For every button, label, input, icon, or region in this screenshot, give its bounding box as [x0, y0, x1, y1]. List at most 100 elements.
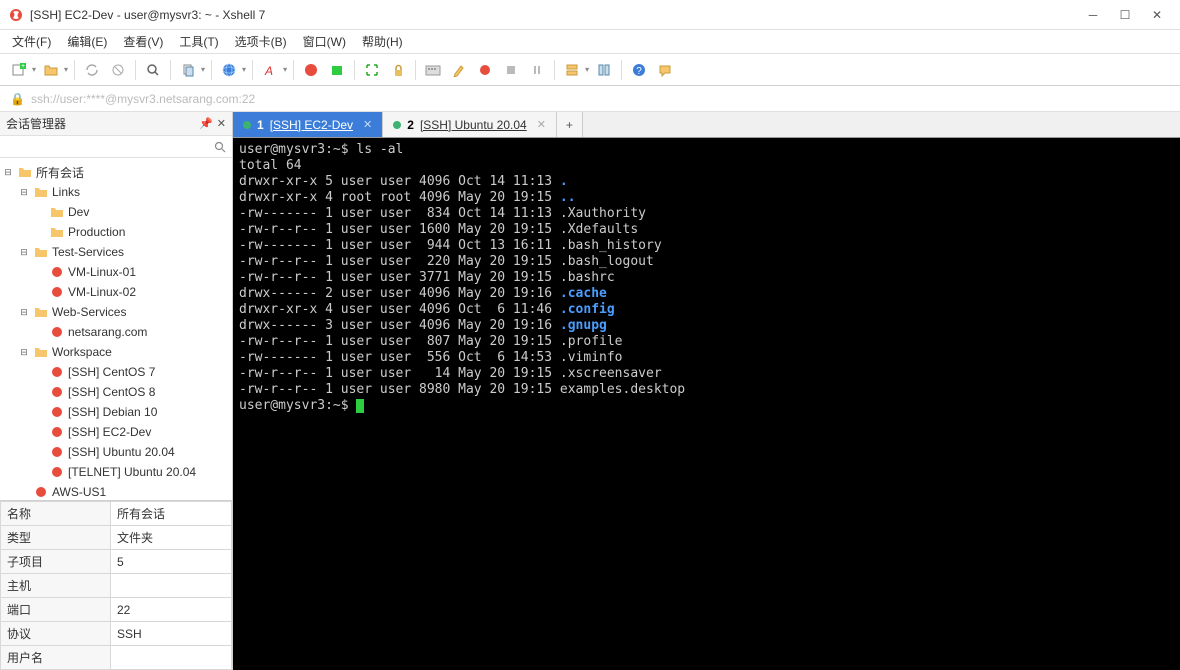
search-button[interactable] — [142, 59, 164, 81]
prop-user-label: 用户名 — [1, 646, 111, 670]
session-icon — [49, 404, 65, 420]
xftp-button[interactable] — [326, 59, 348, 81]
maximize-button[interactable]: ☐ — [1110, 5, 1140, 25]
tree-session-debian[interactable]: [SSH] Debian 10 — [0, 402, 232, 422]
prop-subitems-label: 子项目 — [1, 550, 111, 574]
tab-close-icon[interactable]: ✕ — [363, 118, 372, 131]
xshell-button[interactable] — [300, 59, 322, 81]
tree-folder-web-services[interactable]: ⊟ Web-Services — [0, 302, 232, 322]
reconnect-button[interactable] — [81, 59, 103, 81]
terminal[interactable]: user@mysvr3:~$ ls -al total 64 drwxr-xr-… — [233, 138, 1180, 670]
lock-button[interactable] — [387, 59, 409, 81]
svg-text:?: ? — [636, 66, 642, 77]
tree-session-netsarang[interactable]: netsarang.com — [0, 322, 232, 342]
menu-help[interactable]: 帮助(H) — [362, 33, 403, 50]
prop-port-label: 端口 — [1, 598, 111, 622]
tree-root[interactable]: ⊟ 所有会话 — [0, 162, 232, 182]
chat-button[interactable] — [654, 59, 676, 81]
app-icon — [8, 7, 24, 23]
record-button[interactable] — [474, 59, 496, 81]
prop-name-label: 名称 — [1, 502, 111, 526]
minimize-button[interactable]: ─ — [1078, 5, 1108, 25]
status-dot-icon — [243, 121, 251, 129]
menu-view[interactable]: 查看(V) — [123, 33, 163, 50]
tree-session-vm1[interactable]: VM-Linux-01 — [0, 262, 232, 282]
pause-button[interactable] — [526, 59, 548, 81]
tab-number: 2 — [407, 118, 414, 132]
copy-button[interactable] — [177, 59, 199, 81]
menu-file[interactable]: 文件(F) — [12, 33, 51, 50]
tab-label: [SSH] EC2-Dev — [270, 118, 353, 132]
collapse-icon[interactable]: ⊟ — [18, 187, 30, 198]
globe-button[interactable] — [218, 59, 240, 81]
open-button[interactable] — [40, 59, 62, 81]
menu-tab[interactable]: 选项卡(B) — [235, 33, 287, 50]
folder-icon — [49, 224, 65, 240]
tab-close-icon[interactable]: ✕ — [537, 118, 546, 131]
tree-session-aws[interactable]: AWS-US1 — [0, 482, 232, 500]
terminal-area: 1 [SSH] EC2-Dev ✕ 2 [SSH] Ubuntu 20.04 ✕… — [233, 112, 1180, 670]
keyboard-button[interactable] — [422, 59, 444, 81]
dropdown-arrow-icon[interactable]: ▾ — [32, 65, 36, 74]
tab-ubuntu[interactable]: 2 [SSH] Ubuntu 20.04 ✕ — [383, 112, 557, 137]
pin-icon[interactable]: 📌 — [199, 117, 213, 130]
prop-host-label: 主机 — [1, 574, 111, 598]
tile-h-button[interactable] — [561, 59, 583, 81]
dropdown-arrow-icon[interactable]: ▾ — [585, 65, 589, 74]
tree-folder-dev[interactable]: Dev — [0, 202, 232, 222]
addressbar[interactable]: 🔒 ssh://user:****@mysvr3.netsarang.com:2… — [0, 86, 1180, 112]
properties-panel: 名称所有会话 类型文件夹 子项目5 主机 端口22 协议SSH 用户名 — [0, 500, 232, 670]
fullscreen-button[interactable] — [361, 59, 383, 81]
session-icon — [49, 424, 65, 440]
folder-icon — [33, 344, 49, 360]
tree-session-centos8[interactable]: [SSH] CentOS 8 — [0, 382, 232, 402]
session-icon — [49, 264, 65, 280]
collapse-icon[interactable]: ⊟ — [18, 247, 30, 258]
prop-protocol-value: SSH — [111, 622, 232, 646]
folder-icon — [33, 244, 49, 260]
tree-session-ubuntu-telnet[interactable]: [TELNET] Ubuntu 20.04 — [0, 462, 232, 482]
session-manager-panel: 会话管理器 📌 ✕ ⊟ 所有会话 ⊟ Links — [0, 112, 233, 670]
tile-v-button[interactable] — [593, 59, 615, 81]
help-button[interactable]: ? — [628, 59, 650, 81]
tab-label: [SSH] Ubuntu 20.04 — [420, 118, 527, 132]
folder-icon — [49, 204, 65, 220]
prop-port-value: 22 — [111, 598, 232, 622]
tree-folder-production[interactable]: Production — [0, 222, 232, 242]
tree-folder-links[interactable]: ⊟ Links — [0, 182, 232, 202]
add-tab-button[interactable]: + — [557, 112, 583, 137]
stop-button[interactable] — [500, 59, 522, 81]
collapse-icon[interactable]: ⊟ — [18, 307, 30, 318]
dropdown-arrow-icon[interactable]: ▾ — [201, 65, 205, 74]
session-icon — [49, 284, 65, 300]
tree-session-ec2dev[interactable]: [SSH] EC2-Dev — [0, 422, 232, 442]
session-tree: ⊟ 所有会话 ⊟ Links Dev Production ⊟ Test-Ser… — [0, 158, 232, 500]
tree-session-vm2[interactable]: VM-Linux-02 — [0, 282, 232, 302]
close-button[interactable]: ✕ — [1142, 5, 1172, 25]
search-row — [0, 136, 232, 158]
panel-close-button[interactable]: ✕ — [217, 117, 226, 130]
highlight-button[interactable] — [448, 59, 470, 81]
tree-folder-test-services[interactable]: ⊟ Test-Services — [0, 242, 232, 262]
font-button[interactable]: A — [259, 59, 281, 81]
session-icon — [49, 444, 65, 460]
disconnect-button[interactable] — [107, 59, 129, 81]
tree-session-centos7[interactable]: [SSH] CentOS 7 — [0, 362, 232, 382]
search-icon[interactable] — [214, 141, 226, 153]
dropdown-arrow-icon[interactable]: ▾ — [283, 65, 287, 74]
menu-tools[interactable]: 工具(T) — [179, 33, 218, 50]
dropdown-arrow-icon[interactable]: ▾ — [64, 65, 68, 74]
toolbar: + ▾ ▾ ▾ ▾ A ▾ ▾ ? — [0, 54, 1180, 86]
menu-edit[interactable]: 编辑(E) — [67, 33, 107, 50]
menu-window[interactable]: 窗口(W) — [303, 33, 346, 50]
collapse-icon[interactable]: ⊟ — [2, 167, 14, 178]
tree-session-ubuntu-ssh[interactable]: [SSH] Ubuntu 20.04 — [0, 442, 232, 462]
new-session-button[interactable]: + — [8, 59, 30, 81]
prop-user-value — [111, 646, 232, 670]
folder-icon — [17, 164, 33, 180]
tree-folder-workspace[interactable]: ⊟ Workspace — [0, 342, 232, 362]
collapse-icon[interactable]: ⊟ — [18, 347, 30, 358]
dropdown-arrow-icon[interactable]: ▾ — [242, 65, 246, 74]
address-text: ssh://user:****@mysvr3.netsarang.com:22 — [31, 92, 255, 106]
tab-ec2-dev[interactable]: 1 [SSH] EC2-Dev ✕ — [233, 112, 383, 137]
